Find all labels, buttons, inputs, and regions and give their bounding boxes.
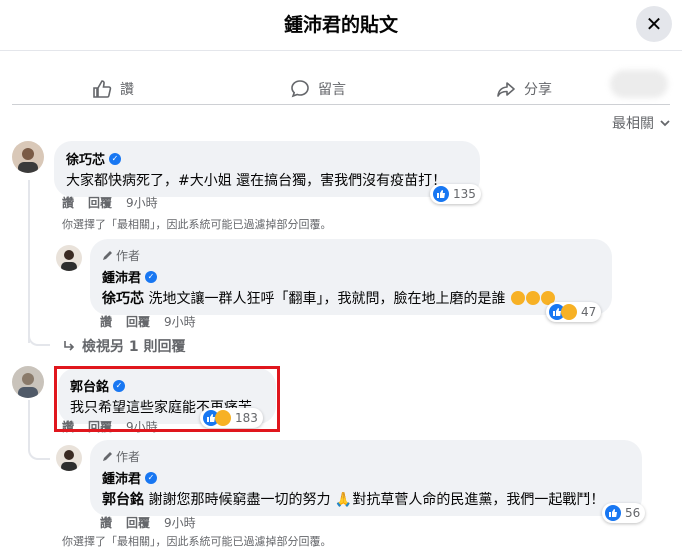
reply-link[interactable]: 回覆 — [126, 514, 150, 531]
comment-meta: 讚 回覆 9小時 — [100, 313, 196, 330]
reaction-count-value: 56 — [625, 506, 641, 520]
reply-text: 洗地文讓一群人狂呼「翻車」，我就問，臉在地上磨的是誰 — [144, 291, 506, 307]
pencil-icon — [103, 251, 112, 260]
like-link[interactable]: 讚 — [100, 313, 112, 330]
avatar-image — [18, 148, 38, 173]
thread-connector — [28, 330, 50, 346]
blurred-element — [610, 70, 668, 98]
reaction-count-value: 47 — [581, 305, 597, 319]
comment-meta: 讚 回覆 9小時 — [100, 514, 196, 531]
close-icon: ✕ — [645, 12, 663, 36]
reply-arrow-icon — [64, 341, 75, 351]
page-title: 鍾沛君的貼文 — [283, 14, 398, 36]
share-action-label: 分享 — [524, 82, 552, 98]
filter-note: 你選擇了「最相關」，因此系統可能已過濾掉部分回覆。 — [62, 218, 332, 231]
verified-badge-icon: ✓ — [145, 471, 158, 484]
comment-text: 大家都快病死了，#大小姐 還在搞台獨，害我們沒有疫苗打！ — [66, 173, 447, 189]
thumbs-up-icon — [93, 80, 112, 98]
thread-line — [28, 180, 30, 343]
haha-reaction-icon — [561, 304, 577, 320]
chevron-down-icon — [660, 120, 670, 127]
comment-meta: 讚 回覆 9小時 — [62, 194, 158, 211]
like-link[interactable]: 讚 — [100, 514, 112, 531]
divider — [12, 104, 670, 105]
comment-action-label: 留言 — [318, 82, 346, 98]
commenter-name[interactable]: 鍾沛君 — [102, 468, 141, 487]
sort-dropdown[interactable]: 最相關 — [612, 113, 672, 133]
laughing-emoji-icon — [525, 291, 540, 305]
share-action-button[interactable]: 分享 — [496, 78, 552, 100]
mention-link[interactable]: 徐巧芯 — [102, 291, 144, 307]
verified-badge-icon: ✓ — [145, 270, 158, 283]
like-action-button[interactable]: 讚 — [92, 78, 134, 100]
avatar[interactable] — [56, 445, 82, 471]
reply-text-continued: 對抗草菅人命的民進黨，我們一起戰鬥！ — [352, 492, 605, 508]
author-tag: 作者 — [102, 247, 600, 264]
comment-bubble: 徐巧芯 ✓ 大家都快病死了，#大小姐 還在搞台獨，害我們沒有疫苗打！ — [54, 141, 480, 197]
like-reaction-icon — [605, 505, 621, 521]
reaction-count-value: 135 — [453, 187, 476, 201]
avatar-image — [18, 373, 38, 398]
reaction-count[interactable]: 47 — [546, 302, 602, 322]
share-icon — [497, 82, 515, 97]
timestamp[interactable]: 9小時 — [164, 514, 196, 531]
reply-bubble: 作者 鍾沛君 ✓ 徐巧芯 洗地文讓一群人狂呼「翻車」，我就問，臉在地上磨的是誰 — [90, 239, 612, 315]
highlight-box — [54, 366, 280, 432]
filter-note: 你選擇了「最相關」，因此系統可能已過濾掉部分回覆。 — [62, 535, 332, 548]
thread-connector — [28, 400, 50, 460]
sort-label: 最相關 — [612, 116, 654, 132]
reply-text: 謝謝您那時候窮盡一切的努力 — [144, 492, 331, 508]
reaction-count[interactable]: 56 — [602, 503, 646, 523]
close-button[interactable]: ✕ — [636, 6, 672, 42]
avatar[interactable] — [12, 141, 44, 173]
reaction-count[interactable]: 135 — [430, 184, 481, 204]
timestamp[interactable]: 9小時 — [126, 194, 158, 211]
like-action-label: 讚 — [120, 82, 134, 98]
like-reaction-icon — [433, 186, 449, 202]
avatar-image — [61, 450, 77, 471]
timestamp[interactable]: 9小時 — [164, 313, 196, 330]
author-tag: 作者 — [102, 448, 630, 465]
avatar-image — [61, 250, 77, 271]
reply-link[interactable]: 回覆 — [88, 194, 112, 211]
avatar[interactable] — [12, 366, 44, 398]
commenter-name[interactable]: 鍾沛君 — [102, 267, 141, 286]
comment-action-button[interactable]: 留言 — [290, 78, 346, 100]
mention-link[interactable]: 郭台銘 — [102, 492, 144, 508]
reply-bubble: 作者 鍾沛君 ✓ 郭台銘 謝謝您那時候窮盡一切的努力 🙏對抗草菅人命的民進黨，我們… — [90, 440, 642, 516]
pencil-icon — [103, 452, 112, 461]
verified-badge-icon: ✓ — [109, 152, 122, 165]
avatar[interactable] — [56, 245, 82, 271]
like-link[interactable]: 讚 — [62, 194, 74, 211]
folded-hands-emoji-icon: 🙏 — [334, 492, 353, 508]
view-more-replies[interactable]: 檢視另 1 則回覆 — [62, 336, 186, 356]
comment-icon — [291, 80, 309, 98]
laughing-emoji-icon — [510, 291, 525, 305]
reply-link[interactable]: 回覆 — [126, 313, 150, 330]
commenter-name[interactable]: 徐巧芯 — [66, 149, 105, 168]
